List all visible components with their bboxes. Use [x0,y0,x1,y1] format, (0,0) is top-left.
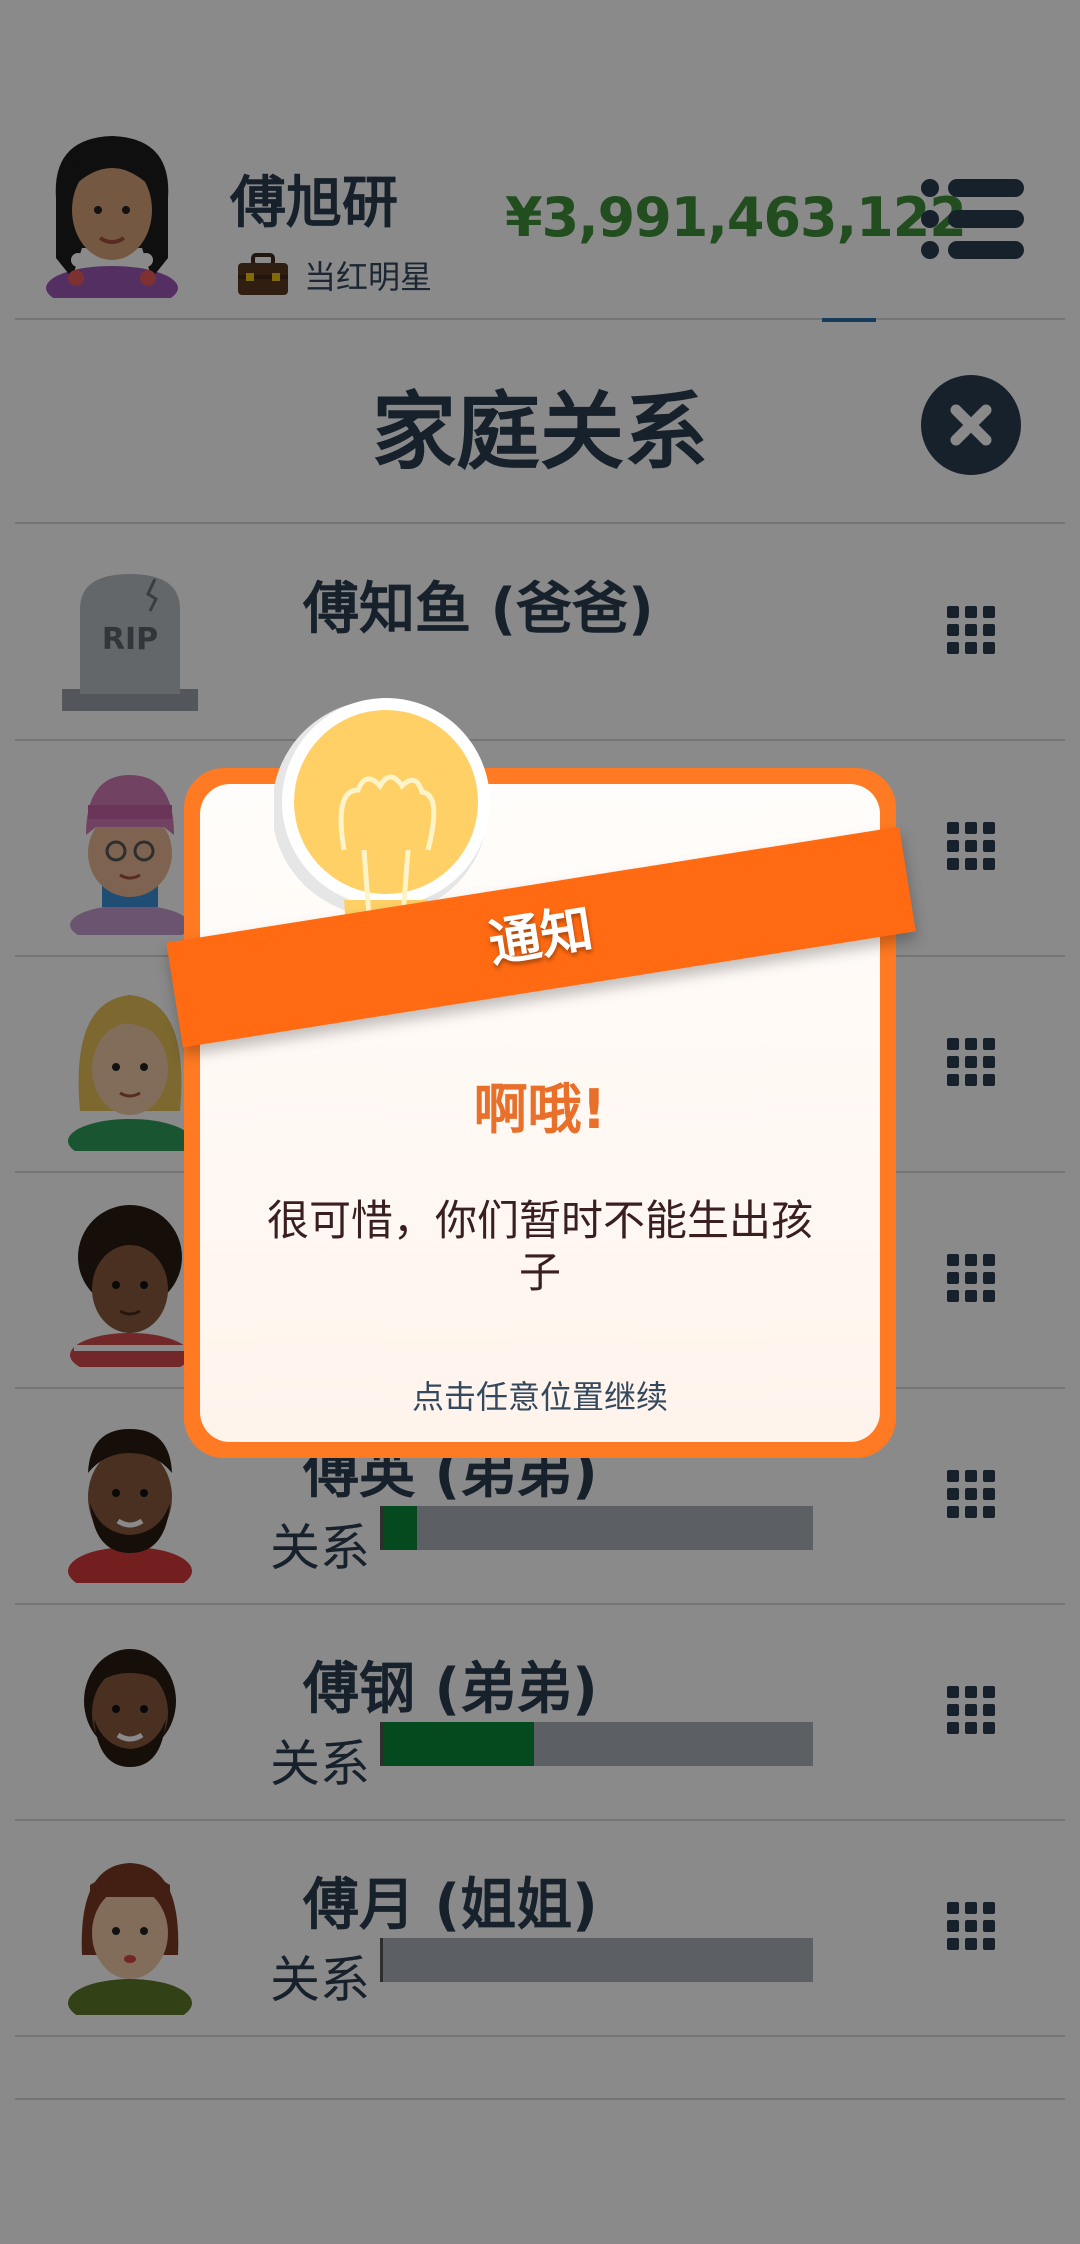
dialog-heading: 啊哦! [473,1078,607,1141]
continue-hint[interactable]: 点击任意位置继续 [184,1372,896,1418]
dialog-message: 很可惜，你们暂时不能生出孩子 [266,1196,813,1297]
life-simulator-app: 傅旭研 当红明星 ¥3,991,463,122 家庭关系 RIP 傅知鱼 (爸爸… [0,0,1080,2244]
